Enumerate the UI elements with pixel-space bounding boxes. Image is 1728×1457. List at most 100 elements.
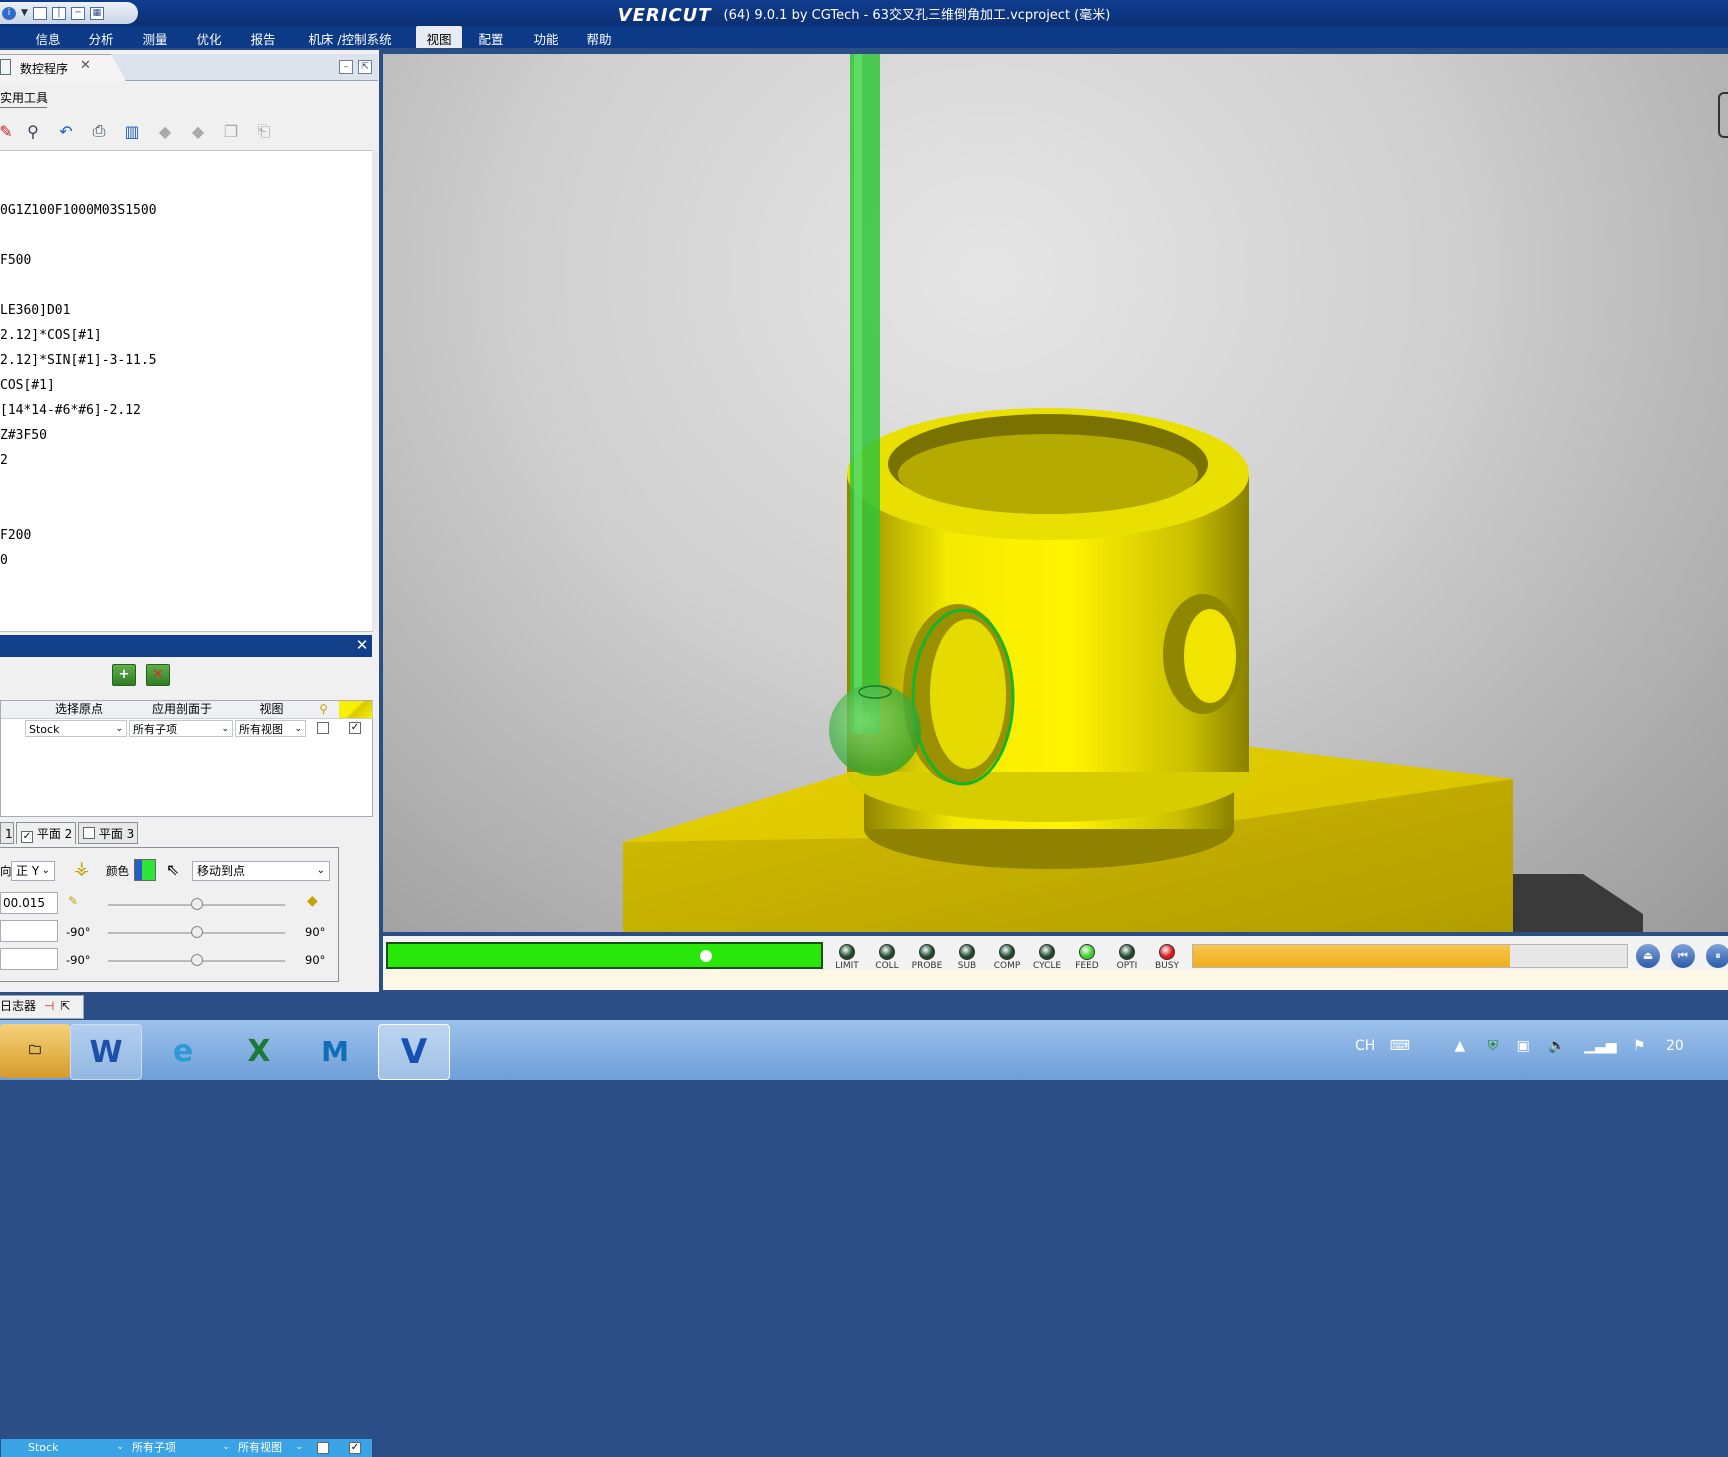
- pick-point-icon[interactable]: ⇖: [166, 860, 179, 879]
- origin-select[interactable]: Stock ⌄: [25, 720, 127, 737]
- minimize-icon[interactable]: –: [339, 60, 353, 74]
- menu-measure[interactable]: 测量: [128, 26, 182, 48]
- eraser-icon[interactable]: ◆: [307, 893, 318, 909]
- tab-plane-2[interactable]: ✓ 平面 2: [16, 822, 76, 844]
- led-comp[interactable]: COMP: [987, 944, 1027, 971]
- tray-expand-icon[interactable]: ▲: [1454, 1038, 1465, 1054]
- menu-info[interactable]: 信息: [22, 26, 74, 48]
- view-select[interactable]: 所有视图 ⌄: [235, 720, 306, 737]
- grid-header-view[interactable]: 视图: [235, 701, 309, 719]
- plane-3-checkbox[interactable]: [83, 827, 95, 839]
- grid-header-hatch-icon[interactable]: [339, 701, 373, 719]
- row-checkbox-1[interactable]: [317, 722, 329, 734]
- clock[interactable]: 20: [1666, 1038, 1684, 1054]
- led-probe[interactable]: PROBE: [907, 944, 947, 971]
- 3d-viewport[interactable]: [383, 54, 1728, 932]
- vericut-icon[interactable]: V: [378, 1024, 450, 1080]
- grid-header-pin-icon[interactable]: ⚲: [308, 701, 340, 719]
- cut-progress-bar[interactable]: [1192, 944, 1628, 968]
- view-select[interactable]: 所有视图 ⌄: [235, 1439, 306, 1456]
- pencil-icon[interactable]: ✎: [68, 894, 78, 908]
- viewport-handle[interactable]: [1718, 92, 1728, 138]
- excel-icon[interactable]: X: [224, 1024, 294, 1078]
- simulation-progress-bar[interactable]: [386, 942, 823, 969]
- layout-icon[interactable]: ▥: [120, 119, 144, 143]
- led-limit[interactable]: LIMIT: [827, 944, 867, 971]
- row-checkbox-2[interactable]: ✓: [349, 1442, 361, 1454]
- volume-icon[interactable]: 🔈: [1548, 1038, 1565, 1054]
- edit-icon[interactable]: ✎: [0, 119, 13, 143]
- menu-view[interactable]: 视图: [416, 26, 462, 48]
- row-checkbox-1[interactable]: [317, 1442, 329, 1454]
- bookmark-prev-disabled-icon[interactable]: ◆: [186, 119, 210, 143]
- shield-icon[interactable]: ⛨: [1488, 1038, 1499, 1054]
- add-section-icon[interactable]: +: [112, 664, 136, 686]
- close-icon[interactable]: ✕: [352, 636, 372, 656]
- pin-icon[interactable]: ⊣: [44, 999, 54, 1013]
- angle-a-slider-handle[interactable]: [191, 926, 203, 938]
- led-cycle[interactable]: CYCLE: [1027, 944, 1067, 971]
- led-sub[interactable]: SUB: [947, 944, 987, 971]
- rewind-icon[interactable]: ⏮: [1671, 944, 1695, 968]
- origin-select[interactable]: Stock ⌄: [25, 1439, 127, 1456]
- tools-label[interactable]: 实用工具: [0, 89, 48, 106]
- direction-select[interactable]: 正 Y ⌄: [11, 861, 55, 881]
- tray-language[interactable]: CH: [1355, 1038, 1375, 1054]
- pause-icon[interactable]: ⏸: [1706, 944, 1728, 968]
- led-busy[interactable]: BUSY: [1147, 944, 1187, 971]
- plane-2-checkbox[interactable]: ✓: [21, 831, 33, 843]
- simulation-progress-marker[interactable]: [700, 950, 712, 962]
- move-mode-select[interactable]: 移动到点 ⌄: [192, 861, 330, 881]
- table-row-selected[interactable]: Stock ⌄ 所有子项 ⌄ 所有视图 ⌄ ✓: [1, 1439, 372, 1457]
- code-scrollbar[interactable]: [372, 150, 378, 630]
- menu-machine-control[interactable]: 机床 /控制系统: [290, 26, 410, 48]
- menu-help[interactable]: 帮助: [572, 26, 626, 48]
- grid-header-apply[interactable]: 应用剖面于: [129, 701, 236, 719]
- delete-section-icon[interactable]: ✕: [146, 664, 170, 686]
- undo-icon[interactable]: ↶: [54, 119, 78, 143]
- led-opti[interactable]: OPTI: [1107, 944, 1147, 971]
- led-busy-bulb: [1159, 944, 1175, 960]
- angle-a-input[interactable]: [0, 920, 58, 942]
- menu-config[interactable]: 配置: [462, 26, 520, 48]
- tab-nc-program[interactable]: 数控程序 ✕: [0, 54, 126, 81]
- angle-b-input[interactable]: [0, 948, 58, 970]
- tab-logger[interactable]: 日志器 ⊣ ⇱: [0, 995, 84, 1019]
- network-icon[interactable]: ▁▃▅: [1584, 1038, 1616, 1054]
- bookmark-disabled-icon[interactable]: ◆: [153, 119, 177, 143]
- action-center-flag-icon[interactable]: ⚑: [1633, 1038, 1646, 1054]
- float-icon[interactable]: ⇱: [60, 999, 70, 1013]
- axis-icon[interactable]: ⚶: [74, 858, 89, 879]
- led-feed[interactable]: FEED: [1067, 944, 1107, 971]
- binoculars-icon[interactable]: ⚲: [21, 119, 45, 143]
- ie-icon[interactable]: e: [148, 1024, 218, 1078]
- apply-select[interactable]: 所有子项 ⌄: [129, 720, 233, 737]
- led-coll[interactable]: COLL: [867, 944, 907, 971]
- table-row[interactable]: Stock ⌄ 所有子项 ⌄ 所有视图 ⌄ ✓: [1, 719, 372, 737]
- paste-disabled-icon[interactable]: ⎗: [252, 119, 276, 143]
- device-icon[interactable]: ▣: [1517, 1038, 1530, 1054]
- angle-b-slider-handle[interactable]: [191, 954, 203, 966]
- eject-icon[interactable]: ⏏: [1636, 944, 1660, 968]
- print-icon[interactable]: ⎙: [87, 119, 111, 143]
- mastercam-icon[interactable]: M: [300, 1024, 370, 1078]
- word-icon[interactable]: W: [70, 1024, 142, 1080]
- menu-analysis[interactable]: 分析: [74, 26, 128, 48]
- menu-report[interactable]: 报告: [236, 26, 290, 48]
- offset-input[interactable]: 00.015: [0, 892, 58, 914]
- grid-header-origin[interactable]: 选择原点: [29, 701, 130, 719]
- menu-optimize[interactable]: 优化: [182, 26, 236, 48]
- offset-slider-handle[interactable]: [191, 898, 203, 910]
- close-icon[interactable]: ✕: [80, 58, 91, 73]
- color-swatch[interactable]: [134, 859, 156, 881]
- tab-plane-3[interactable]: 平面 3: [78, 822, 138, 844]
- float-icon[interactable]: ⇱: [358, 60, 372, 74]
- menu-functions[interactable]: 功能: [520, 26, 572, 48]
- keyboard-icon[interactable]: ⌨: [1390, 1038, 1410, 1054]
- copy-disabled-icon[interactable]: ❐: [219, 119, 243, 143]
- apply-select[interactable]: 所有子项 ⌄: [129, 1439, 233, 1456]
- nc-code-view[interactable]: 0G1Z100F1000M03S1500 F500 LE360]D01 2.12…: [0, 150, 373, 632]
- row-checkbox-2[interactable]: ✓: [349, 722, 361, 734]
- tab-plane-1[interactable]: 1: [0, 822, 14, 844]
- explorer-icon[interactable]: 🗀: [0, 1024, 70, 1078]
